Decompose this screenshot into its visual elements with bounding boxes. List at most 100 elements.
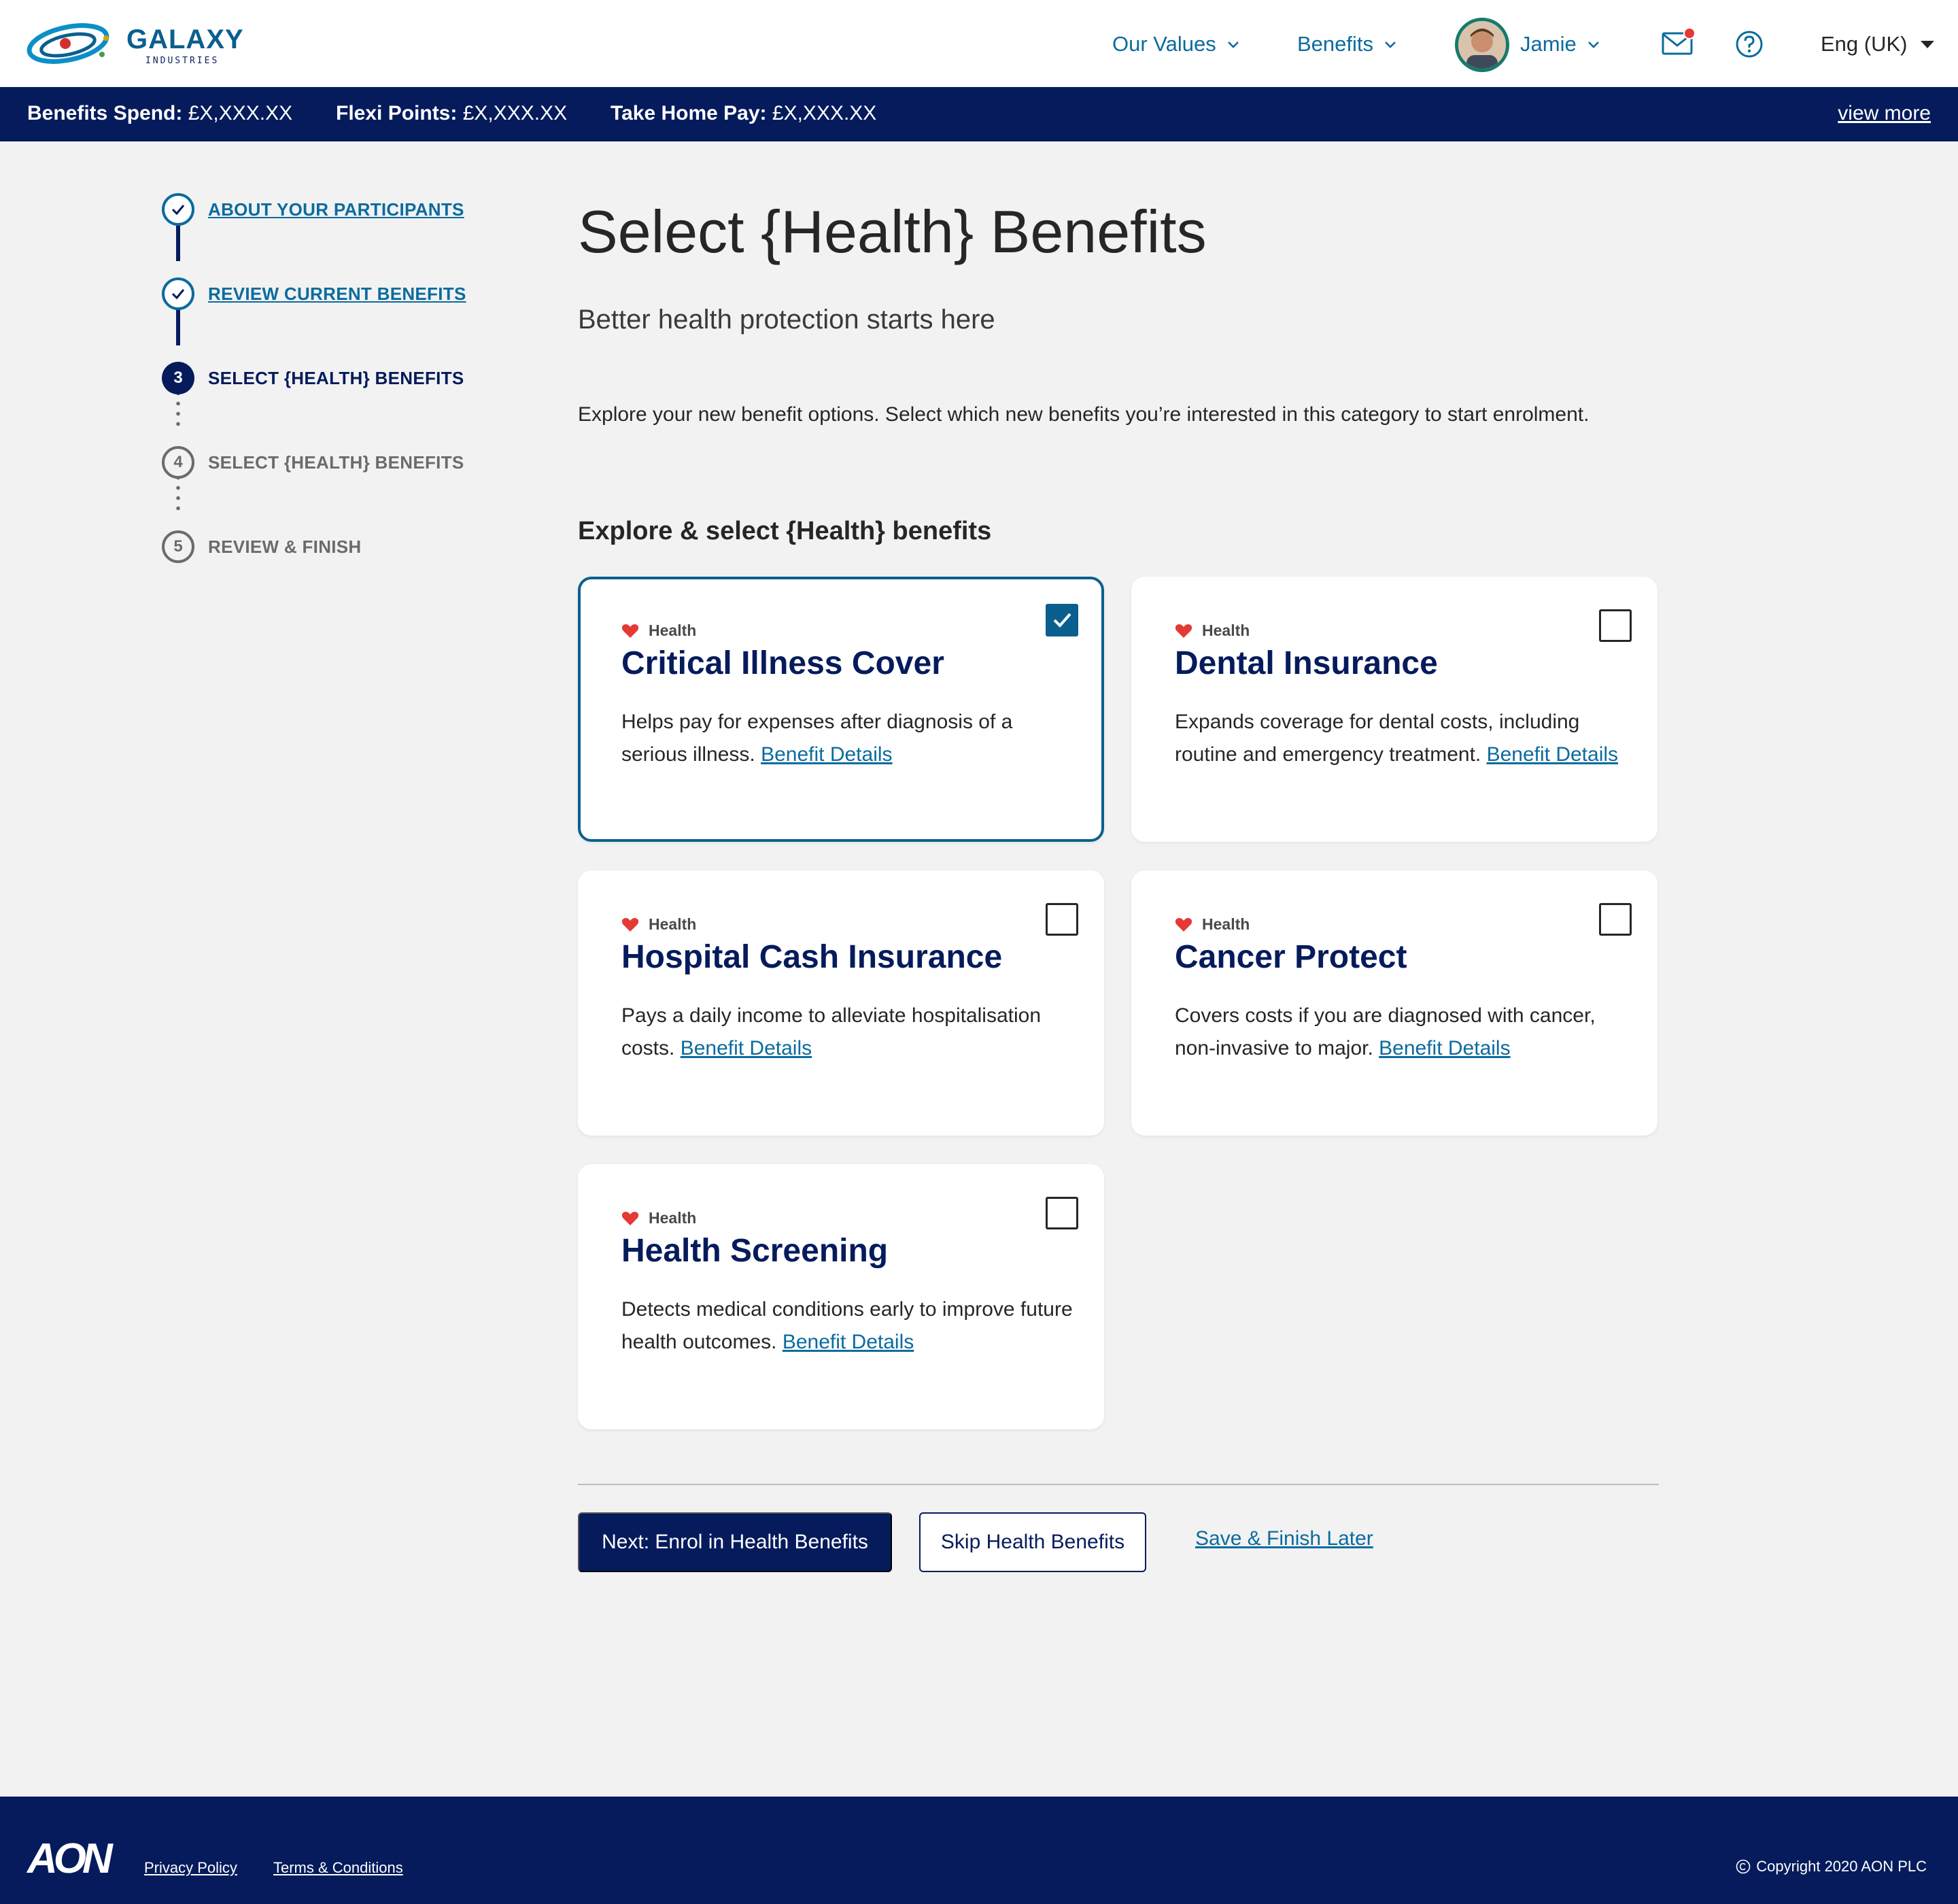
brand-subtitle: INDUSTRIES (145, 56, 220, 66)
benefit-card-critical-illness[interactable]: Health Critical Illness Cover Helps pay … (578, 577, 1104, 842)
aon-logo: AON (27, 1835, 113, 1882)
benefits-spend-label: Benefits Spend: (27, 102, 183, 124)
copyright: Copyright 2020 AON PLC (1736, 1858, 1927, 1875)
save-finish-later-link[interactable]: Save & Finish Later (1195, 1527, 1373, 1550)
card-category-label: Health (1202, 622, 1250, 639)
flexi-points: Flexi Points: £X,XXX.XX (336, 102, 567, 125)
help-icon (1736, 31, 1763, 58)
top-header: GALAXY INDUSTRIES Our Values Benefits Ja… (0, 0, 1958, 87)
section-heading: Explore & select {Health} benefits (578, 517, 992, 545)
card-description: Pays a daily income to alleviate hospita… (621, 1000, 1077, 1065)
select-checkbox[interactable] (1046, 604, 1078, 636)
card-title: Cancer Protect (1175, 939, 1407, 975)
nav-our-values[interactable]: Our Values (1112, 27, 1241, 61)
heart-icon (621, 624, 639, 638)
intro-text: Explore your new benefit options. Select… (578, 403, 1590, 426)
page-title: Select {Health} Benefits (578, 198, 1207, 265)
heart-icon (1175, 917, 1192, 932)
step-number: 5 (162, 530, 194, 563)
summary-bar: Benefits Spend: £X,XXX.XX Flexi Points: … (0, 87, 1958, 141)
next-enrol-button[interactable]: Next: Enrol in Health Benefits (578, 1512, 892, 1572)
heart-icon (621, 1211, 639, 1225)
page-subtitle: Better health protection starts here (578, 305, 995, 335)
progress-stepper: ABOUT YOUR PARTICIPANTS REVIEW CURRENT B… (0, 177, 530, 585)
card-description: Helps pay for expenses after diagnosis o… (621, 706, 1077, 771)
take-home-pay-label: Take Home Pay: (611, 102, 767, 124)
help-button[interactable] (1735, 30, 1764, 58)
card-category-label: Health (649, 622, 697, 639)
benefit-details-link[interactable]: Benefit Details (761, 743, 892, 766)
check-icon (1053, 613, 1071, 628)
skip-benefits-button[interactable]: Skip Health Benefits (919, 1512, 1146, 1572)
check-icon (171, 289, 185, 300)
step-label: REVIEW CURRENT BENEFITS (208, 283, 466, 304)
nav-our-values-label: Our Values (1112, 32, 1216, 56)
step-label: REVIEW & FINISH (208, 536, 362, 557)
actions-divider (578, 1484, 1659, 1485)
benefit-details-link[interactable]: Benefit Details (681, 1037, 812, 1059)
step-select-health-current: 3 SELECT {HEALTH} BENEFITS (162, 362, 464, 394)
card-category-label: Health (649, 915, 697, 933)
chevron-down-icon (1587, 41, 1599, 48)
take-home-pay: Take Home Pay: £X,XXX.XX (611, 102, 876, 125)
benefit-details-link[interactable]: Benefit Details (1379, 1037, 1510, 1059)
card-title: Hospital Cash Insurance (621, 939, 1003, 975)
language-label: Eng (UK) (1821, 32, 1908, 56)
user-name: Jamie (1520, 32, 1577, 56)
card-category-label: Health (1202, 915, 1250, 933)
benefit-card-hospital-cash[interactable]: Health Hospital Cash Insurance Pays a da… (578, 870, 1104, 1136)
select-checkbox[interactable] (1599, 903, 1632, 936)
step-label: ABOUT YOUR PARTICIPANTS (208, 199, 464, 220)
step-select-health-next: 4 SELECT {HEALTH} BENEFITS (162, 446, 464, 479)
nav-benefits-label: Benefits (1297, 32, 1374, 56)
card-category-label: Health (649, 1209, 697, 1227)
privacy-policy-link[interactable]: Privacy Policy (144, 1859, 237, 1877)
benefit-card-dental[interactable]: Health Dental Insurance Expands coverage… (1131, 577, 1658, 842)
benefits-spend-value: £X,XXX.XX (188, 102, 293, 124)
card-category: Health (621, 1209, 696, 1227)
select-checkbox[interactable] (1046, 903, 1078, 936)
step-complete-indicator (162, 277, 194, 310)
chevron-down-icon (1385, 41, 1396, 48)
messages-button[interactable] (1662, 27, 1696, 56)
step-review-current[interactable]: REVIEW CURRENT BENEFITS (162, 277, 466, 310)
copyright-icon (1736, 1859, 1751, 1874)
card-category: Health (1175, 622, 1250, 640)
benefit-card-cancer-protect[interactable]: Health Cancer Protect Covers costs if yo… (1131, 870, 1658, 1136)
card-title: Health Screening (621, 1233, 889, 1269)
heart-icon (621, 917, 639, 932)
card-description: Expands coverage for dental costs, inclu… (1175, 706, 1630, 771)
benefit-card-health-screening[interactable]: Health Health Screening Detects medical … (578, 1164, 1104, 1429)
step-label: SELECT {HEALTH} BENEFITS (208, 367, 464, 388)
flexi-points-value: £X,XXX.XX (462, 102, 568, 124)
step-about-participants[interactable]: ABOUT YOUR PARTICIPANTS (162, 193, 464, 226)
step-complete-indicator (162, 193, 194, 226)
take-home-pay-value: £X,XXX.XX (772, 102, 877, 124)
flexi-points-label: Flexi Points: (336, 102, 458, 124)
step-number: 4 (162, 446, 194, 479)
user-menu[interactable]: Jamie (1520, 27, 1601, 61)
select-checkbox[interactable] (1046, 1197, 1078, 1229)
copyright-text: Copyright 2020 AON PLC (1756, 1858, 1927, 1875)
galaxy-logo[interactable]: GALAXY INDUSTRIES (26, 18, 243, 69)
chevron-down-icon (1227, 41, 1239, 48)
nav-benefits[interactable]: Benefits (1297, 27, 1398, 61)
avatar[interactable] (1455, 18, 1509, 72)
benefit-details-link[interactable]: Benefit Details (1487, 743, 1618, 766)
terms-conditions-link[interactable]: Terms & Conditions (273, 1859, 403, 1877)
step-label: SELECT {HEALTH} BENEFITS (208, 452, 464, 473)
view-more-link[interactable]: view more (1838, 102, 1931, 125)
check-icon (171, 205, 185, 216)
caret-down-icon (1921, 40, 1935, 48)
step-review-finish: 5 REVIEW & FINISH (162, 530, 362, 563)
user-photo-icon (1458, 21, 1506, 69)
benefit-details-link[interactable]: Benefit Details (783, 1331, 914, 1353)
heart-icon (1175, 624, 1192, 638)
language-select[interactable]: Eng (UK) (1821, 27, 1935, 61)
notification-dot (1683, 27, 1696, 39)
card-category: Health (621, 622, 696, 640)
select-checkbox[interactable] (1599, 609, 1632, 642)
card-description: Detects medical conditions early to impr… (621, 1293, 1077, 1359)
card-title: Dental Insurance (1175, 645, 1438, 681)
card-description: Covers costs if you are diagnosed with c… (1175, 1000, 1630, 1065)
